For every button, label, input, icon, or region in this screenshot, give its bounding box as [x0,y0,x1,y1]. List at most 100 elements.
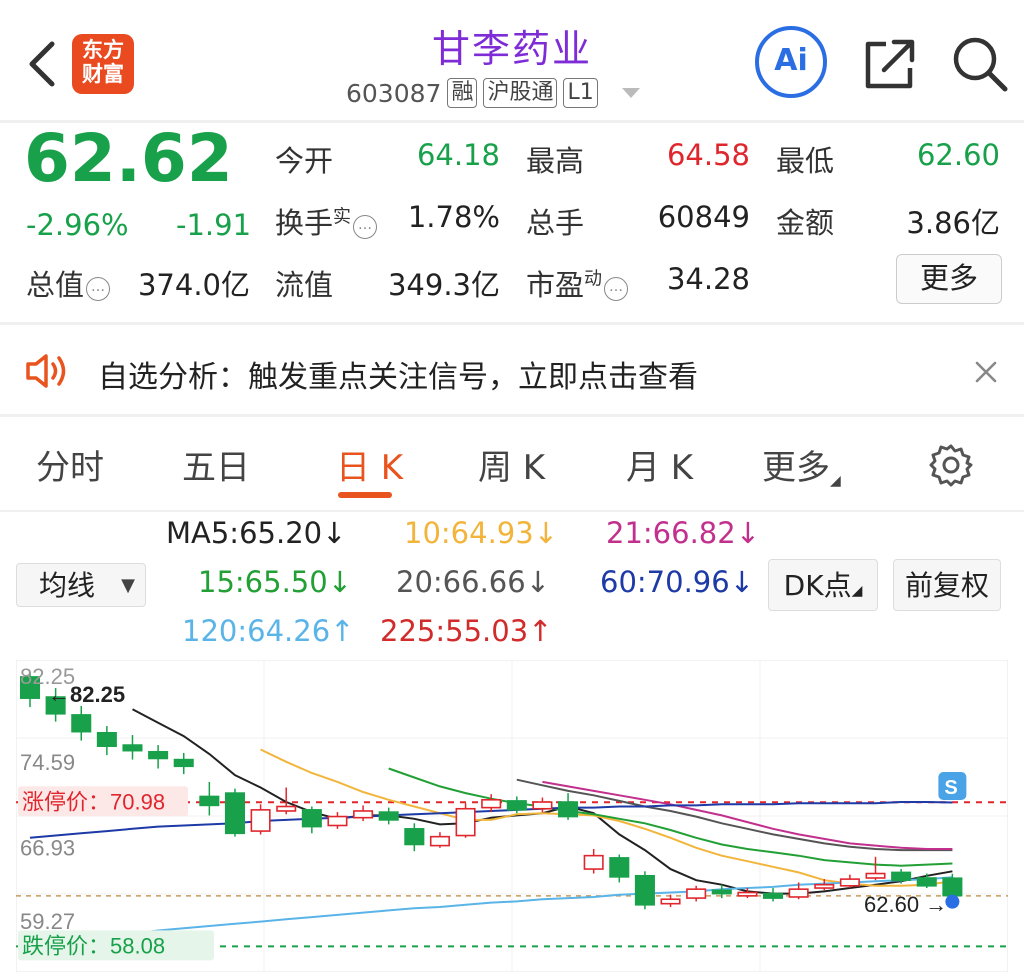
high-value: 64.58 [666,138,750,172]
candle-body [558,801,579,818]
info-icon[interactable]: … [86,277,111,301]
ai-assistant-button[interactable]: Ai [755,26,827,98]
ma21-value: 21:66.82↓ [606,516,760,550]
candle-body [173,758,194,768]
candle-body [737,891,758,897]
ma15-value: 15:65.50↓ [198,565,352,599]
adjust-button[interactable]: 前复权 [893,559,1001,611]
amount-label: 金额 [776,206,835,240]
open-value: 64.18 [416,138,500,172]
candle-body [71,714,92,733]
ma60-value: 60:70.96↓ [600,565,754,599]
candle-body [224,792,245,835]
turnover-label[interactable]: 换手实… [275,200,378,242]
candle-body [506,800,527,811]
app-logo: 东方 财富 [72,34,134,94]
pe-label[interactable]: 市盈动… [526,262,629,304]
float-cap-label: 流值 [275,268,334,302]
back-arrow-icon[interactable] [22,36,62,92]
candle-body [532,801,553,810]
candle-body [250,809,271,832]
info-icon[interactable]: … [353,215,378,239]
notice-text: 自选分析：触发重点关注信号，立即点击查看 [98,360,698,395]
volume-label: 总手 [526,206,585,240]
current-price: 62.62 [24,120,233,197]
tab-monthly-k[interactable]: 月 K [626,440,693,489]
last-low-marker: 62.60 → [864,892,947,917]
candle-body [865,872,886,879]
candle-body [122,744,143,752]
float-cap-value: 349.3亿 [387,268,500,302]
signal-s-text: S [944,777,957,799]
pe-value: 34.28 [666,262,750,296]
period-tabs: 分时 五日 日 K 周 K 月 K 更多◢ [0,420,1024,510]
candle-body [686,888,707,899]
tab-intraday[interactable]: 分时 [36,440,104,489]
settings-gear-icon[interactable] [928,442,974,488]
market-cap-label[interactable]: 总值… [26,262,111,304]
low-label: 最低 [776,144,835,178]
active-tab-indicator [338,492,392,498]
candle-body [814,883,835,889]
candle-body [634,874,655,906]
stock-code-line[interactable]: 603087 融 沪股通 L1 [346,78,640,108]
divider [0,510,1024,512]
dropdown-caret-icon: ▼ [121,575,135,596]
candle-body [199,795,220,807]
search-icon[interactable] [950,34,1010,94]
corner-caret-icon: ◢ [851,583,863,599]
info-icon[interactable]: … [604,277,629,301]
open-label: 今开 [275,144,334,178]
ma225-value: 225:55.03↑ [380,614,553,648]
candle-body [301,809,322,828]
candle-body [429,835,450,847]
candle-body [327,815,348,827]
y-tick-label: 66.93 [20,835,75,860]
change-amount: -1.91 [176,208,252,242]
indicator-mode-select[interactable]: 均线 ▼ [16,563,146,607]
candle-body [788,888,809,898]
ma20-value: 20:66.66↓ [396,565,550,599]
high-label: 最高 [526,144,585,178]
candle-body [404,828,425,846]
ma10-value: 10:64.93↓ [404,516,558,550]
change-percent: -2.96% [26,208,129,242]
candle-body [353,810,374,819]
stock-code: 603087 [346,78,442,108]
candle-body [711,889,732,895]
candle-body [916,877,937,887]
y-tick-label: 59.27 [20,909,75,934]
limit-down-label: 跌停价：58.08 [22,933,165,958]
tab-daily-k[interactable]: 日 K [336,440,403,489]
candle-body [455,807,476,837]
share-icon[interactable] [862,36,918,92]
tab-more[interactable]: 更多◢ [762,440,841,489]
tag-margin: 融 [447,78,478,108]
last-price-dot [945,894,960,909]
divider [0,414,1024,417]
low-value: 62.60 [916,138,1000,172]
corner-caret-icon: ◢ [830,473,841,489]
divider [0,322,1024,325]
ma5-value: MA5:65.20↓ [166,516,347,550]
dk-point-button[interactable]: DK点◢ [768,559,878,611]
candle-body [763,892,784,899]
more-button[interactable]: 更多 [896,254,1002,304]
notice-bar[interactable]: 自选分析：触发重点关注信号，立即点击查看 [0,326,1024,416]
speaker-icon [26,354,66,388]
stock-name: 甘李药业 [431,27,592,71]
candle-body [96,731,117,747]
limit-up-label: 涨停价：70.98 [22,789,165,814]
amount-value: 3.86亿 [906,206,1000,240]
candle-body [891,871,912,882]
close-icon[interactable] [974,360,998,384]
candle-body [378,811,399,821]
dropdown-caret-icon[interactable] [621,88,640,98]
market-cap-value: 374.0亿 [137,268,250,302]
tag-connect: 沪股通 [483,78,558,108]
candle-body [481,799,502,809]
tab-weekly-k[interactable]: 周 K [478,440,545,489]
max-price-marker: ←82.25 [48,682,125,707]
tab-five-day[interactable]: 五日 [182,440,250,489]
kline-chart[interactable]: 82.25←82.2574.59涨停价：70.9866.9359.27跌停价：5… [16,660,1008,972]
